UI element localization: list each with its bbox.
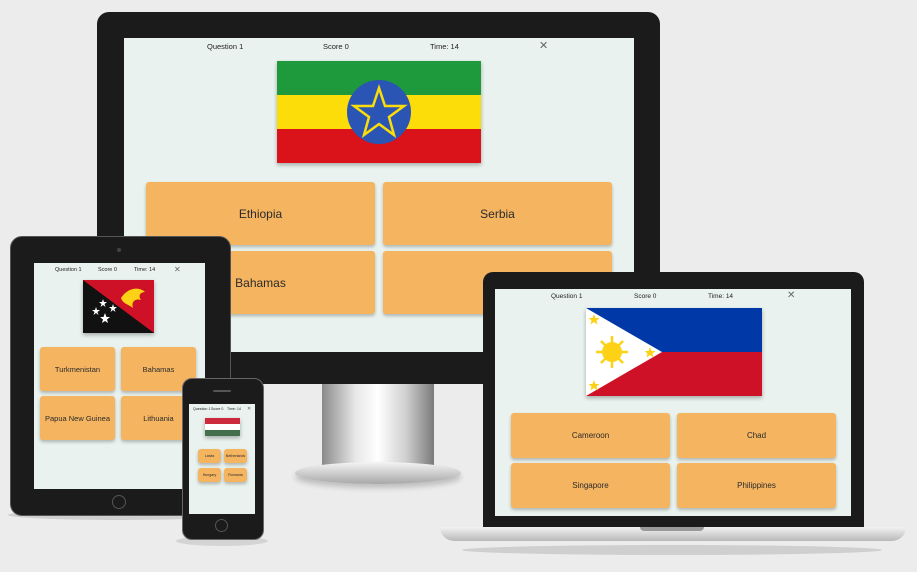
answer-option-2[interactable]: Chad xyxy=(677,413,836,458)
timer-display: Time: 14 xyxy=(708,293,734,300)
phone-home-button[interactable] xyxy=(215,519,228,532)
score-display: Score 0 xyxy=(323,42,349,51)
answer-option-1[interactable]: Latvia xyxy=(198,449,221,463)
score-display: Score 0 xyxy=(634,293,657,300)
tablet-screen: Question 1 Score 0 Time: 14 ✕ Turkmenist… xyxy=(34,263,205,489)
answer-option-3[interactable]: Papua New Guinea xyxy=(40,396,115,440)
score-display: Score 0 xyxy=(98,267,117,273)
answer-option-3[interactable]: Singapore xyxy=(511,463,670,508)
timer-display: Time: 14 xyxy=(430,42,459,51)
score-display: Score 0 xyxy=(211,407,224,411)
answer-option-3[interactable]: Hungary xyxy=(198,468,221,482)
tablet-home-button[interactable] xyxy=(112,495,126,509)
phone-speaker xyxy=(213,390,231,392)
monitor-stand-base xyxy=(295,462,461,484)
close-icon[interactable]: ✕ xyxy=(174,265,181,274)
timer-display: Time: 14 xyxy=(227,407,241,411)
answer-option-2[interactable]: Serbia xyxy=(383,182,612,245)
answer-option-2[interactable]: Netherlands xyxy=(224,449,247,463)
laptop-screen: Question 1 Score 0 Time: 14 ✕ Cameroon C… xyxy=(495,289,851,516)
phone-screen: Question 1 Score 0 Time: 14 ✕ Latvia Net… xyxy=(189,404,255,514)
laptop-shadow xyxy=(462,545,882,555)
close-icon[interactable]: ✕ xyxy=(247,406,251,412)
hungary-flag xyxy=(205,418,240,436)
question-counter: Question 1 xyxy=(551,293,583,300)
philippines-flag xyxy=(586,308,762,396)
close-icon[interactable]: ✕ xyxy=(539,39,548,52)
answer-option-4[interactable]: Philippines xyxy=(677,463,836,508)
laptop-notch xyxy=(640,527,704,531)
papua-new-guinea-flag xyxy=(83,280,154,333)
answer-option-4[interactable]: Romania xyxy=(224,468,247,482)
ethiopia-flag xyxy=(277,61,481,163)
close-icon[interactable]: ✕ xyxy=(787,290,795,301)
question-counter: Question 1 xyxy=(193,407,211,411)
tablet-camera xyxy=(117,248,121,252)
answer-option-1[interactable]: Cameroon xyxy=(511,413,670,458)
question-counter: Question 1 xyxy=(207,42,244,51)
question-counter: Question 1 xyxy=(55,267,82,273)
timer-display: Time: 14 xyxy=(134,267,156,273)
answer-option-1[interactable]: Turkmenistan xyxy=(40,347,115,391)
monitor-stand-neck xyxy=(322,378,434,468)
